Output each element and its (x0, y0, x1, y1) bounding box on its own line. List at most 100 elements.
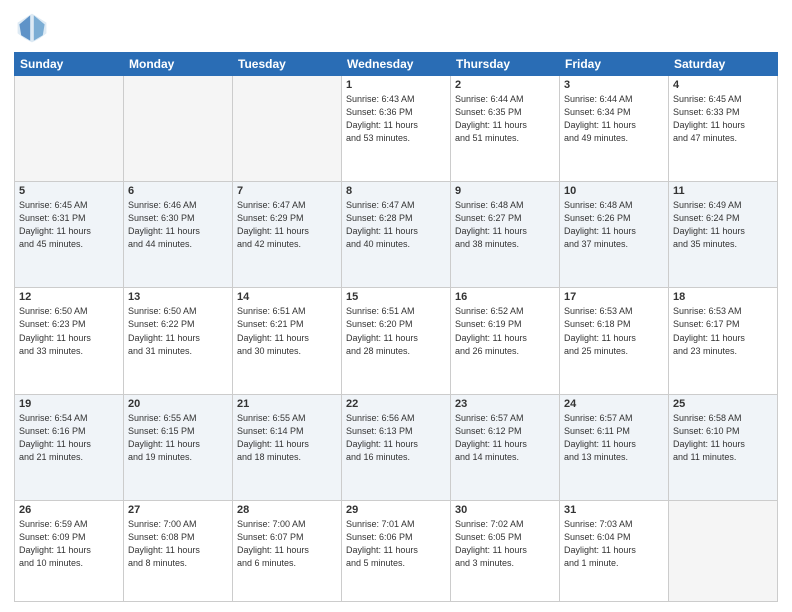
day-number: 15 (346, 291, 446, 303)
calendar-cell (15, 76, 124, 182)
day-number: 25 (673, 398, 773, 410)
day-number: 14 (237, 291, 337, 303)
calendar-cell: 6Sunrise: 6:46 AM Sunset: 6:30 PM Daylig… (124, 182, 233, 288)
calendar-cell: 24 Sunrise: 6:57 AM Sunset: 6:11 PM Dayli… (560, 394, 669, 500)
calendar-cell: 12 Sunrise: 6:50 AM Sunset: 6:23 PM Dayli… (15, 288, 124, 394)
day-number: 1 (346, 79, 446, 91)
calendar-cell: 26Sunrise: 6:59 AM Sunset: 6:09 PM Dayli… (15, 500, 124, 601)
calendar-cell (233, 76, 342, 182)
calendar-cell: 27 Sunrise: 7:00 AM Sunset: 6:08 PM Dayli… (124, 500, 233, 601)
day-info: Sunrise: 6:44 AM Sunset: 6:34 PM Dayligh… (564, 93, 664, 145)
calendar-cell: 28 Sunrise: 7:00 AM Sunset: 6:07 PM Dayli… (233, 500, 342, 601)
calendar-cell (124, 76, 233, 182)
day-info: Sunrise: 7:02 AM Sunset: 6:05 PM Dayligh… (455, 518, 555, 570)
calendar-week-row: 1 Sunrise: 6:43 AM Sunset: 6:36 PM Daylig… (15, 76, 778, 182)
calendar-cell: 22Sunrise: 6:56 AM Sunset: 6:13 PM Dayli… (342, 394, 451, 500)
day-number: 9 (455, 185, 555, 197)
calendar-cell: 11 Sunrise: 6:49 AM Sunset: 6:24 PM Dayli… (669, 182, 778, 288)
calendar-cell: 20 Sunrise: 6:55 AM Sunset: 6:15 PM Dayli… (124, 394, 233, 500)
day-info: Sunrise: 7:00 AM Sunset: 6:07 PM Dayligh… (237, 518, 337, 570)
day-info: Sunrise: 6:51 AM Sunset: 6:21 PM Dayligh… (237, 305, 337, 357)
day-info: Sunrise: 6:45 AM Sunset: 6:31 PM Dayligh… (19, 199, 119, 251)
day-info: Sunrise: 6:59 AM Sunset: 6:09 PM Dayligh… (19, 518, 119, 570)
day-info: Sunrise: 6:57 AM Sunset: 6:12 PM Dayligh… (455, 412, 555, 464)
day-number: 28 (237, 504, 337, 516)
day-number: 20 (128, 398, 228, 410)
calendar-cell: 5 Sunrise: 6:45 AM Sunset: 6:31 PM Daylig… (15, 182, 124, 288)
day-number: 30 (455, 504, 555, 516)
calendar-cell: 30 Sunrise: 7:02 AM Sunset: 6:05 PM Dayli… (451, 500, 560, 601)
calendar-cell: 7Sunrise: 6:47 AM Sunset: 6:29 PM Daylig… (233, 182, 342, 288)
day-info: Sunrise: 6:50 AM Sunset: 6:23 PM Dayligh… (19, 305, 119, 357)
calendar-cell: 2 Sunrise: 6:44 AM Sunset: 6:35 PM Daylig… (451, 76, 560, 182)
weekday-header-row: SundayMondayTuesdayWednesdayThursdayFrid… (15, 53, 778, 76)
calendar-week-row: 12 Sunrise: 6:50 AM Sunset: 6:23 PM Dayli… (15, 288, 778, 394)
day-info: Sunrise: 6:48 AM Sunset: 6:26 PM Dayligh… (564, 199, 664, 251)
day-info: Sunrise: 6:45 AM Sunset: 6:33 PM Dayligh… (673, 93, 773, 145)
day-number: 5 (19, 185, 119, 197)
weekday-header-monday: Monday (124, 53, 233, 76)
day-info: Sunrise: 6:55 AM Sunset: 6:14 PM Dayligh… (237, 412, 337, 464)
day-number: 23 (455, 398, 555, 410)
day-info: Sunrise: 6:53 AM Sunset: 6:17 PM Dayligh… (673, 305, 773, 357)
day-number: 2 (455, 79, 555, 91)
calendar-cell: 16Sunrise: 6:52 AM Sunset: 6:19 PM Dayli… (451, 288, 560, 394)
day-info: Sunrise: 6:58 AM Sunset: 6:10 PM Dayligh… (673, 412, 773, 464)
calendar-cell: 15Sunrise: 6:51 AM Sunset: 6:20 PM Dayli… (342, 288, 451, 394)
day-number: 12 (19, 291, 119, 303)
day-info: Sunrise: 6:47 AM Sunset: 6:29 PM Dayligh… (237, 199, 337, 251)
day-number: 8 (346, 185, 446, 197)
weekday-header-thursday: Thursday (451, 53, 560, 76)
page: SundayMondayTuesdayWednesdayThursdayFrid… (0, 0, 792, 612)
day-info: Sunrise: 6:55 AM Sunset: 6:15 PM Dayligh… (128, 412, 228, 464)
day-info: Sunrise: 6:53 AM Sunset: 6:18 PM Dayligh… (564, 305, 664, 357)
day-info: Sunrise: 7:01 AM Sunset: 6:06 PM Dayligh… (346, 518, 446, 570)
logo-icon (14, 10, 50, 46)
day-number: 24 (564, 398, 664, 410)
day-info: Sunrise: 6:46 AM Sunset: 6:30 PM Dayligh… (128, 199, 228, 251)
day-number: 13 (128, 291, 228, 303)
calendar-cell: 19Sunrise: 6:54 AM Sunset: 6:16 PM Dayli… (15, 394, 124, 500)
day-number: 3 (564, 79, 664, 91)
day-info: Sunrise: 7:00 AM Sunset: 6:08 PM Dayligh… (128, 518, 228, 570)
calendar-week-row: 19Sunrise: 6:54 AM Sunset: 6:16 PM Dayli… (15, 394, 778, 500)
day-info: Sunrise: 6:43 AM Sunset: 6:36 PM Dayligh… (346, 93, 446, 145)
day-number: 18 (673, 291, 773, 303)
day-number: 16 (455, 291, 555, 303)
day-number: 17 (564, 291, 664, 303)
calendar-week-row: 5 Sunrise: 6:45 AM Sunset: 6:31 PM Daylig… (15, 182, 778, 288)
header (14, 10, 778, 46)
day-info: Sunrise: 6:56 AM Sunset: 6:13 PM Dayligh… (346, 412, 446, 464)
day-number: 31 (564, 504, 664, 516)
calendar-cell: 18 Sunrise: 6:53 AM Sunset: 6:17 PM Dayli… (669, 288, 778, 394)
day-number: 21 (237, 398, 337, 410)
calendar-cell: 17 Sunrise: 6:53 AM Sunset: 6:18 PM Dayli… (560, 288, 669, 394)
day-info: Sunrise: 7:03 AM Sunset: 6:04 PM Dayligh… (564, 518, 664, 570)
day-info: Sunrise: 6:48 AM Sunset: 6:27 PM Dayligh… (455, 199, 555, 251)
day-number: 27 (128, 504, 228, 516)
calendar-week-row: 26Sunrise: 6:59 AM Sunset: 6:09 PM Dayli… (15, 500, 778, 601)
calendar-cell: 31 Sunrise: 7:03 AM Sunset: 6:04 PM Dayli… (560, 500, 669, 601)
weekday-header-sunday: Sunday (15, 53, 124, 76)
day-number: 11 (673, 185, 773, 197)
weekday-header-wednesday: Wednesday (342, 53, 451, 76)
calendar-cell: 25 Sunrise: 6:58 AM Sunset: 6:10 PM Dayli… (669, 394, 778, 500)
day-info: Sunrise: 6:47 AM Sunset: 6:28 PM Dayligh… (346, 199, 446, 251)
calendar-cell: 21 Sunrise: 6:55 AM Sunset: 6:14 PM Dayli… (233, 394, 342, 500)
calendar-cell: 4 Sunrise: 6:45 AM Sunset: 6:33 PM Daylig… (669, 76, 778, 182)
calendar-cell: 10Sunrise: 6:48 AM Sunset: 6:26 PM Dayli… (560, 182, 669, 288)
calendar-cell: 14 Sunrise: 6:51 AM Sunset: 6:21 PM Dayli… (233, 288, 342, 394)
calendar-cell: 3 Sunrise: 6:44 AM Sunset: 6:34 PM Daylig… (560, 76, 669, 182)
day-info: Sunrise: 6:49 AM Sunset: 6:24 PM Dayligh… (673, 199, 773, 251)
logo (14, 10, 54, 46)
calendar-cell: 13 Sunrise: 6:50 AM Sunset: 6:22 PM Dayli… (124, 288, 233, 394)
calendar-table: SundayMondayTuesdayWednesdayThursdayFrid… (14, 52, 778, 602)
weekday-header-friday: Friday (560, 53, 669, 76)
calendar-cell: 8 Sunrise: 6:47 AM Sunset: 6:28 PM Daylig… (342, 182, 451, 288)
day-info: Sunrise: 6:44 AM Sunset: 6:35 PM Dayligh… (455, 93, 555, 145)
day-info: Sunrise: 6:54 AM Sunset: 6:16 PM Dayligh… (19, 412, 119, 464)
day-info: Sunrise: 6:50 AM Sunset: 6:22 PM Dayligh… (128, 305, 228, 357)
weekday-header-saturday: Saturday (669, 53, 778, 76)
day-number: 4 (673, 79, 773, 91)
day-info: Sunrise: 6:57 AM Sunset: 6:11 PM Dayligh… (564, 412, 664, 464)
